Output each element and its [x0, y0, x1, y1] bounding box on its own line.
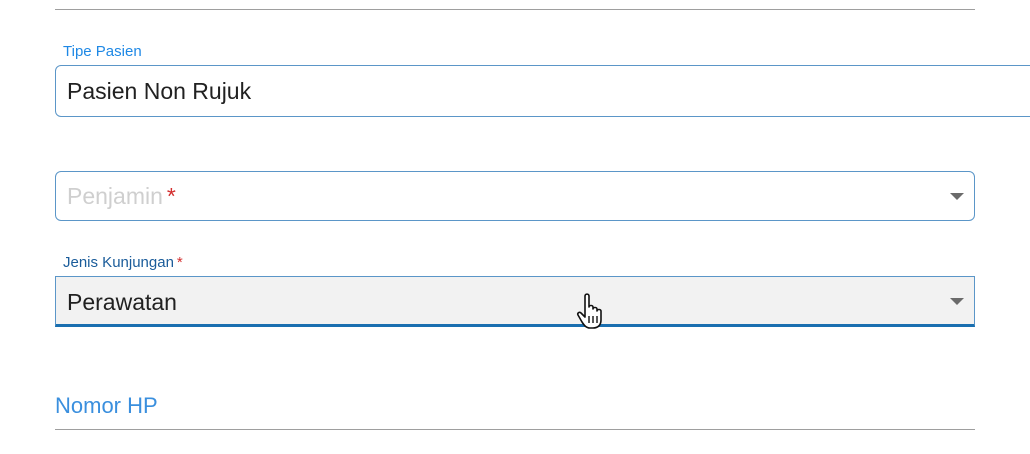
nomor-hp-label: Nomor HP: [55, 393, 158, 418]
jenis-kunjungan-label: Jenis Kunjungan *: [63, 254, 183, 272]
jenis-kunjungan-label-text: Jenis Kunjungan: [63, 254, 174, 271]
nomor-hp-input-underline[interactable]: [55, 429, 975, 430]
penjamin-select[interactable]: Penjamin *: [55, 171, 975, 221]
chevron-down-icon[interactable]: [950, 298, 964, 305]
jenis-kunjungan-value: Perawatan: [67, 289, 177, 315]
jenis-kunjungan-select[interactable]: Perawatan: [55, 276, 975, 327]
form-page: Tipe Pasien Pasien Non Rujuk Penjamin * J…: [0, 0, 1030, 454]
divider: [55, 9, 975, 10]
tipe-pasien-value: Pasien Non Rujuk: [67, 78, 252, 104]
penjamin-placeholder-text: Penjamin: [67, 183, 163, 209]
penjamin-required-mark: *: [166, 183, 176, 209]
jenis-kunjungan-required-mark: *: [176, 254, 183, 271]
hand-pointer-icon: [576, 293, 602, 329]
tipe-pasien-field[interactable]: Pasien Non Rujuk: [55, 65, 1030, 117]
chevron-down-icon[interactable]: [950, 193, 964, 200]
tipe-pasien-label: Tipe Pasien: [63, 43, 142, 60]
penjamin-placeholder: Penjamin *: [67, 182, 176, 210]
